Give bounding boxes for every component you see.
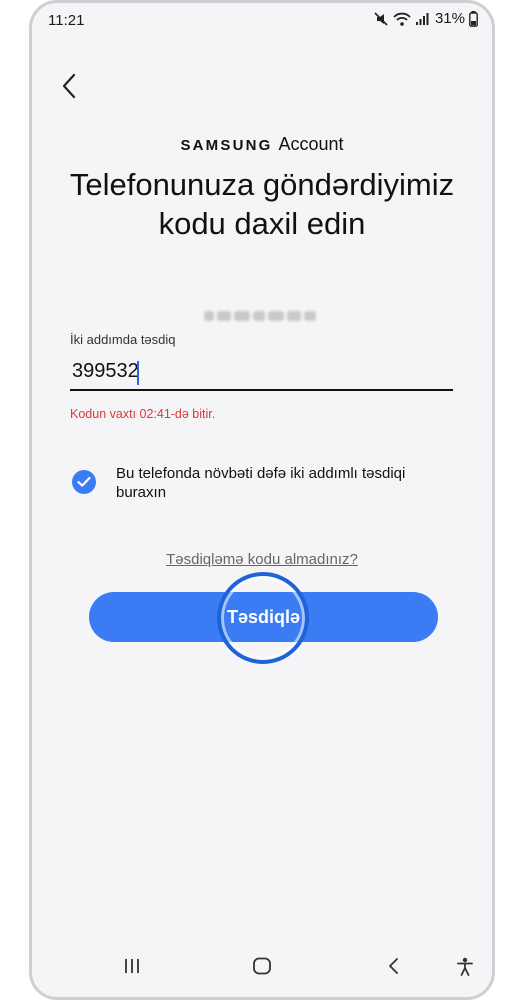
nav-back-icon[interactable] — [384, 957, 404, 980]
confirm-button[interactable]: Təsdiqlə — [89, 592, 438, 642]
status-icons: 31% — [373, 10, 478, 27]
signal-icon — [415, 12, 429, 26]
mute-icon — [373, 11, 389, 27]
checkmark-icon — [77, 476, 91, 487]
masked-phone-number — [204, 309, 322, 323]
battery-icon — [469, 10, 478, 27]
accessibility-icon[interactable] — [456, 957, 474, 982]
verification-code-input[interactable] — [70, 353, 453, 391]
remember-device-label[interactable]: Bu telefonda növbəti dəfə iki addımlı tə… — [116, 464, 446, 502]
samsung-account-logo: SAMSUNG Account — [32, 134, 492, 155]
no-code-received-link[interactable]: Təsdiqləmə kodu almadınız? — [32, 551, 492, 568]
navigation-bar — [32, 941, 492, 997]
chevron-left-icon — [62, 73, 76, 99]
page-title: Telefonunuza göndərdiyimiz kodu daxil ed… — [69, 167, 455, 241]
code-expiry-message: Kodun vaxtı 02:41-də bitir. — [70, 407, 216, 421]
text-caret — [137, 361, 139, 385]
phone-screen: 11:21 31% SAMSUNG Account Telefonunuza g… — [29, 0, 495, 1000]
status-bar: 11:21 31% — [32, 3, 492, 37]
brand-samsung: SAMSUNG — [180, 137, 273, 154]
back-button[interactable] — [56, 71, 84, 101]
battery-text: 31% — [434, 10, 465, 27]
brand-account: Account — [278, 134, 344, 154]
status-time: 11:21 — [48, 12, 85, 29]
home-icon[interactable] — [252, 957, 272, 980]
wifi-icon — [393, 11, 411, 27]
remember-device-checkbox[interactable] — [72, 470, 96, 494]
code-field-label: İki addımda təsdiq — [70, 332, 176, 347]
recent-apps-icon[interactable] — [122, 957, 142, 980]
